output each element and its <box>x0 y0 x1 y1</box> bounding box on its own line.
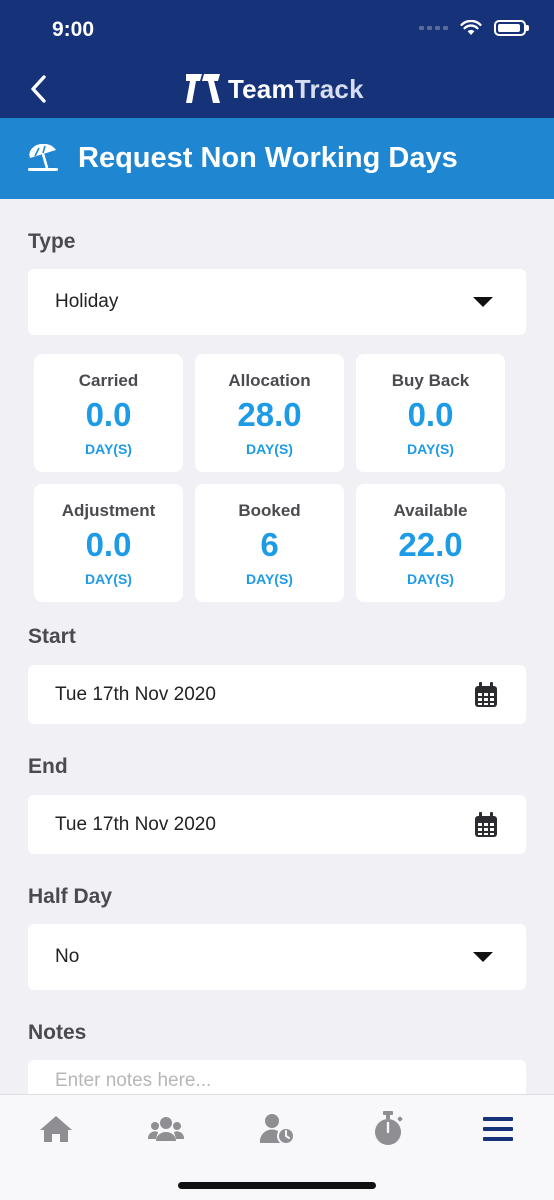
page-title: Request Non Working Days <box>78 142 458 174</box>
stat-card-booked: Booked 6 DAY(S) <box>195 484 344 602</box>
type-label: Type <box>28 230 76 253</box>
stat-unit: DAY(S) <box>246 571 293 587</box>
stat-value: 0.0 <box>85 526 132 563</box>
stat-unit: DAY(S) <box>407 571 454 587</box>
dropdown-caret-icon <box>473 952 493 962</box>
end-date-value: Tue 17th Nov 2020 <box>55 813 216 835</box>
stat-unit: DAY(S) <box>246 441 293 457</box>
notes-placeholder: Enter notes here... <box>55 1070 212 1091</box>
stat-unit: DAY(S) <box>85 441 132 457</box>
start-date-field[interactable]: Tue 17th Nov 2020 <box>28 665 526 724</box>
back-button[interactable] <box>28 72 54 106</box>
stat-label: Buy Back <box>391 371 470 390</box>
tab-menu[interactable] <box>478 1111 518 1147</box>
tab-team[interactable] <box>146 1111 186 1147</box>
battery-icon <box>494 20 529 36</box>
app-header: TeamTrack <box>0 60 554 118</box>
signal-icon <box>419 26 448 30</box>
home-icon <box>40 1116 72 1142</box>
chevron-left-icon <box>31 75 46 103</box>
dropdown-caret-icon <box>473 297 493 307</box>
calendar-icon <box>475 811 497 837</box>
stat-label: Allocation <box>228 371 311 390</box>
start-date-value: Tue 17th Nov 2020 <box>55 683 216 705</box>
stat-value: 6 <box>260 526 279 563</box>
team-icon <box>148 1117 184 1141</box>
notes-label: Notes <box>28 1021 87 1044</box>
tab-home[interactable] <box>36 1111 76 1147</box>
calendar-icon <box>475 681 497 707</box>
stat-value: 0.0 <box>407 396 454 433</box>
status-time: 9:00 <box>52 18 95 41</box>
stopwatch-icon <box>375 1111 403 1145</box>
menu-icon <box>483 1117 513 1141</box>
teamtrack-logo-icon <box>186 74 220 103</box>
tab-timesheet[interactable] <box>257 1111 297 1147</box>
stat-card-adjustment: Adjustment 0.0 DAY(S) <box>34 484 183 602</box>
stat-card-carried: Carried 0.0 DAY(S) <box>34 354 183 472</box>
stat-unit: DAY(S) <box>407 441 454 457</box>
brand-name: TeamTrack <box>228 74 364 105</box>
brand-name-bold: Team <box>228 73 295 104</box>
half-day-label: Half Day <box>28 885 113 908</box>
stat-label: Booked <box>238 501 301 520</box>
stat-card-available: Available 22.0 DAY(S) <box>356 484 505 602</box>
end-label: End <box>28 755 68 778</box>
status-icons <box>419 20 529 36</box>
start-label: Start <box>28 625 76 648</box>
status-bar: 9:00 <box>0 0 554 60</box>
tab-stopwatch[interactable] <box>368 1111 408 1147</box>
user-clock-icon <box>259 1114 295 1145</box>
brand-logo: TeamTrack <box>186 72 364 106</box>
stat-value: 28.0 <box>237 396 302 433</box>
type-select[interactable]: Holiday <box>28 269 526 335</box>
beach-umbrella-icon <box>26 142 60 176</box>
type-select-value: Holiday <box>55 291 119 312</box>
half-day-select[interactable]: No <box>28 924 526 990</box>
stat-card-allocation: Allocation 28.0 DAY(S) <box>195 354 344 472</box>
home-indicator <box>178 1182 376 1189</box>
stat-unit: DAY(S) <box>85 571 132 587</box>
stat-card-buy-back: Buy Back 0.0 DAY(S) <box>356 354 505 472</box>
page-banner: Request Non Working Days <box>0 118 554 199</box>
brand-name-light: Track <box>294 73 364 104</box>
stat-label: Adjustment <box>61 501 156 520</box>
wifi-icon <box>460 20 482 35</box>
stat-value: 22.0 <box>398 526 463 563</box>
end-date-field[interactable]: Tue 17th Nov 2020 <box>28 795 526 854</box>
stat-label: Carried <box>78 371 139 390</box>
stat-label: Available <box>393 501 468 520</box>
half-day-select-value: No <box>55 946 80 967</box>
stat-value: 0.0 <box>85 396 132 433</box>
